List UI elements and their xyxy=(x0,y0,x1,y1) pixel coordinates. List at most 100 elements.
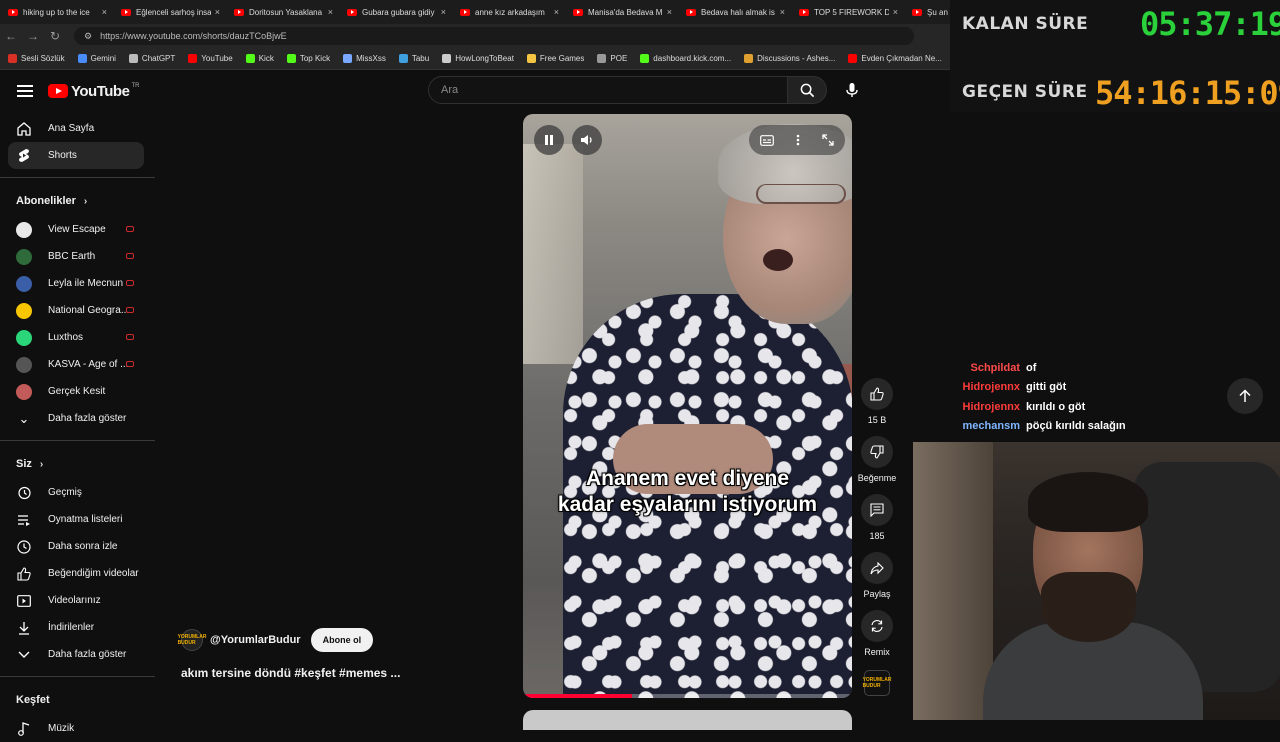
scroll-up-button[interactable] xyxy=(1227,378,1263,414)
tab-close-icon[interactable]: × xyxy=(554,7,559,17)
bookmark-item[interactable]: HowLongToBeat xyxy=(442,54,514,63)
sound-thumbnail[interactable]: YORUMLAR BUDUR xyxy=(863,670,891,696)
tab-close-icon[interactable]: × xyxy=(102,7,107,17)
tab-close-icon[interactable]: × xyxy=(667,7,672,17)
sidebar-subscription-item[interactable]: KASVA - Age of ... xyxy=(0,351,155,378)
browser-tab[interactable]: Gubara gubara gidiy × xyxy=(339,0,452,24)
like-button[interactable] xyxy=(861,378,893,410)
chevron-down-icon: ⌄ xyxy=(18,410,30,426)
sidebar-item-download[interactable]: İndirilenler xyxy=(0,614,155,641)
bookmark-item[interactable]: Sesli Sözlük xyxy=(8,54,65,63)
you-heading[interactable]: Siz › xyxy=(0,449,155,479)
bookmark-item[interactable]: Evden Çıkmadan Ne... xyxy=(848,54,942,63)
bookmark-favicon-icon xyxy=(398,54,408,63)
webcam-person-hair xyxy=(1028,472,1148,532)
bookmark-item[interactable]: Kick xyxy=(245,54,274,63)
bookmark-item[interactable]: Top Kick xyxy=(286,54,330,63)
tab-close-icon[interactable]: × xyxy=(441,7,446,17)
voice-search-button[interactable] xyxy=(838,76,866,104)
bookmark-item[interactable]: Discussions - Ashes... xyxy=(744,54,835,63)
search-input[interactable]: Ara xyxy=(428,76,788,104)
youtube-favicon-icon xyxy=(573,8,583,16)
browser-tab[interactable]: Doritosun Yasaklana × xyxy=(226,0,339,24)
sidebar-subscription-item[interactable]: Leyla ile Mecnun xyxy=(0,270,155,297)
tab-title: hiking up to the ice xyxy=(23,7,90,17)
reload-icon[interactable]: ↻ xyxy=(44,29,66,43)
browser-tab[interactable]: TOP 5 FIREWORK DI × xyxy=(791,0,904,24)
dislike-button[interactable] xyxy=(861,436,893,468)
caption-line-1: Ananem evet diyene xyxy=(585,467,790,490)
subscribe-button[interactable]: Abone ol xyxy=(310,628,374,652)
sidebar-item-label: Videolarınız xyxy=(48,595,101,606)
url-field[interactable]: ⚙ https://www.youtube.com/shorts/dauzTCo… xyxy=(74,27,914,45)
bookmark-favicon-icon xyxy=(442,54,452,63)
bookmark-item[interactable]: Tabu xyxy=(398,54,429,63)
channel-name[interactable]: @YorumlarBudur xyxy=(210,634,301,646)
channel-avatar[interactable]: YORUMLAR BUDUR xyxy=(178,629,206,651)
sidebar: Ana Sayfa Shorts Abonelikler › View Esca… xyxy=(0,115,155,736)
bookmark-item[interactable]: POE xyxy=(597,54,627,63)
browser-tab[interactable]: anne kız arkadaşım × xyxy=(452,0,565,24)
bookmark-label: HowLongToBeat xyxy=(455,54,514,63)
fullscreen-icon[interactable] xyxy=(822,134,834,146)
tab-close-icon[interactable]: × xyxy=(893,7,898,17)
browser-tab[interactable]: hiking up to the ice × xyxy=(0,0,113,24)
sidebar-item-music[interactable]: Müzik xyxy=(0,715,155,742)
volume-button[interactable] xyxy=(572,125,602,155)
bookmark-item[interactable]: ChatGPT xyxy=(128,54,175,63)
hamburger-menu-icon[interactable] xyxy=(17,82,33,100)
tab-close-icon[interactable]: × xyxy=(780,7,785,17)
back-icon[interactable]: ← xyxy=(0,29,22,43)
forward-icon[interactable]: → xyxy=(22,29,44,43)
sidebar-item-thumb-up[interactable]: Beğendiğim videolar xyxy=(0,560,155,587)
sidebar-item-label: Oynatma listeleri xyxy=(48,514,123,525)
youtube-logo[interactable]: YouTube TR xyxy=(48,83,139,100)
sidebar-item-chevron-down[interactable]: Daha fazla göster xyxy=(0,641,155,668)
short-channel-row: YORUMLAR BUDUR @YorumlarBudur Abone ol xyxy=(178,628,374,652)
sidebar-item-shorts[interactable]: Shorts xyxy=(8,142,144,169)
short-title[interactable]: akım tersine döndü #keşfet #memes ... xyxy=(181,666,400,680)
subscriptions-heading[interactable]: Abonelikler › xyxy=(0,186,155,216)
video-caption: Ananem evet diyene kadar eşyalarını isti… xyxy=(523,466,852,518)
home-icon xyxy=(16,121,32,137)
bookmark-item[interactable]: MissXss xyxy=(343,54,386,63)
youtube-favicon-icon xyxy=(8,8,18,16)
sidebar-item-video[interactable]: Videolarınız xyxy=(0,587,155,614)
remix-button[interactable] xyxy=(861,610,893,642)
subscriptions-show-more[interactable]: ⌄ Daha fazla göster xyxy=(0,405,155,432)
bookmark-favicon-icon xyxy=(848,54,858,63)
shorts-video-player[interactable]: Ananem evet diyene kadar eşyalarını isti… xyxy=(523,114,852,698)
sidebar-subscription-item[interactable]: Gerçek Kesit xyxy=(0,378,155,405)
pause-button[interactable] xyxy=(534,125,564,155)
bookmark-item[interactable]: dashboard.kick.com... xyxy=(640,54,731,63)
site-info-icon[interactable]: ⚙ xyxy=(84,31,92,42)
bookmark-item[interactable]: Gemini xyxy=(77,54,116,63)
sidebar-subscription-item[interactable]: View Escape xyxy=(0,216,155,243)
explore-title: Keşfet xyxy=(16,694,50,706)
youtube-favicon-icon xyxy=(912,8,922,16)
sidebar-item-home[interactable]: Ana Sayfa xyxy=(0,115,155,142)
comments-button[interactable] xyxy=(861,494,893,526)
search-button[interactable] xyxy=(787,76,827,104)
bookmark-item[interactable]: YouTube xyxy=(188,54,233,63)
sidebar-subscription-item[interactable]: BBC Earth xyxy=(0,243,155,270)
next-short-preview[interactable] xyxy=(523,710,852,730)
browser-tab[interactable]: Eğlenceli sarhoş insa × xyxy=(113,0,226,24)
sidebar-item-clock[interactable]: Daha sonra izle xyxy=(0,533,155,560)
captions-icon[interactable] xyxy=(760,134,774,146)
sidebar-subscription-item[interactable]: National Geogra... xyxy=(0,297,155,324)
sidebar-item-history[interactable]: Geçmiş xyxy=(0,479,155,506)
youtube-favicon-icon xyxy=(460,8,470,16)
tab-close-icon[interactable]: × xyxy=(328,7,333,17)
browser-tab[interactable]: Manisa'da Bedava M × xyxy=(565,0,678,24)
bookmark-item[interactable]: Free Games xyxy=(526,54,584,63)
caption-line-2: kadar eşyalarını istiyorum xyxy=(557,493,818,516)
sidebar-item-playlist[interactable]: Oynatma listeleri xyxy=(0,506,155,533)
browser-tab[interactable]: Bedava halı almak is × xyxy=(678,0,791,24)
sidebar-subscription-item[interactable]: Luxthos xyxy=(0,324,155,351)
more-vertical-icon[interactable] xyxy=(796,134,800,146)
share-button[interactable] xyxy=(861,552,893,584)
channel-avatar xyxy=(16,302,32,319)
video-progress-bar[interactable] xyxy=(523,694,852,698)
tab-close-icon[interactable]: × xyxy=(215,7,220,17)
